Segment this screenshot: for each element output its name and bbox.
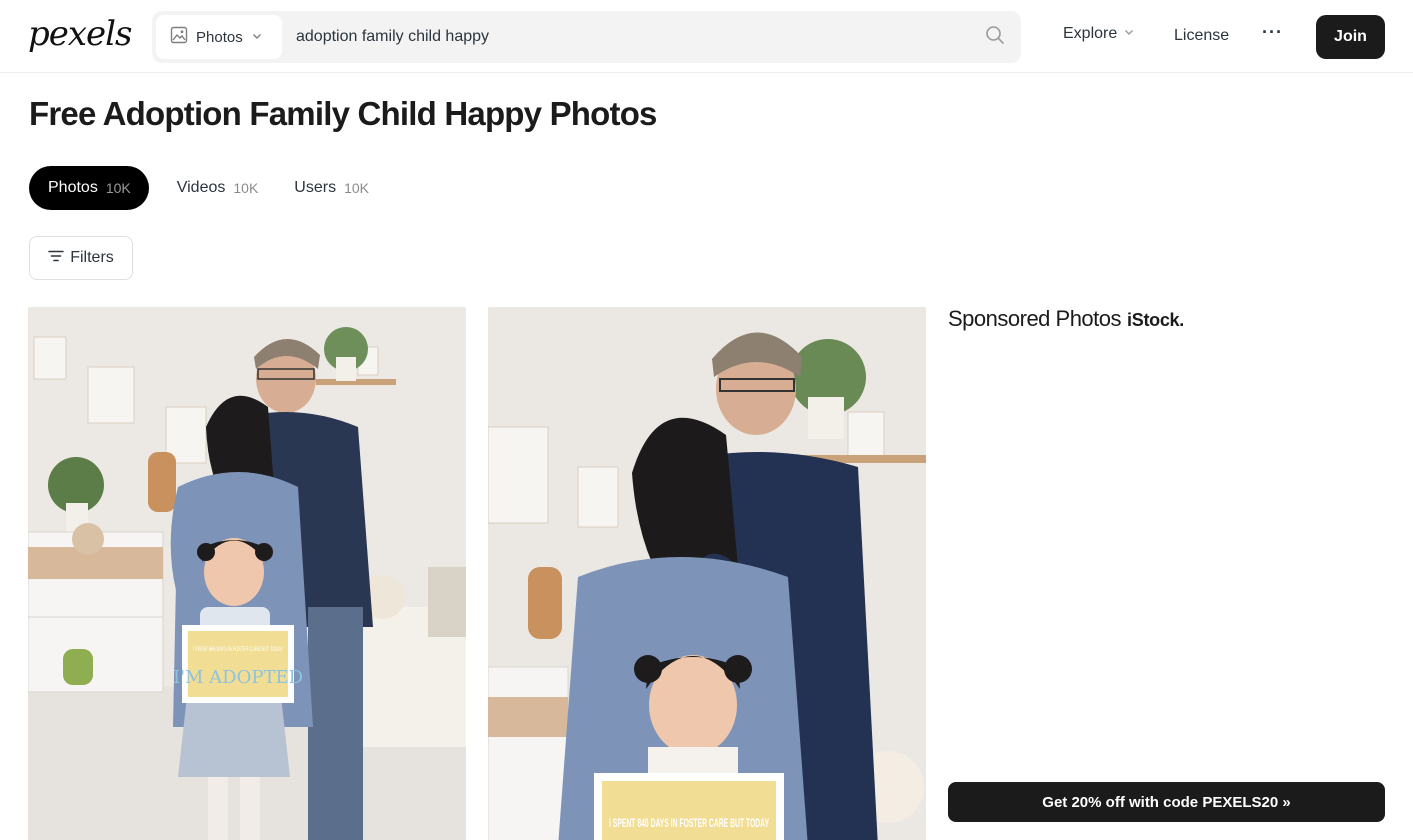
search-type-dropdown[interactable]: Photos — [156, 15, 282, 59]
tab-videos[interactable]: Videos 10K — [177, 166, 259, 210]
sponsored-label: Sponsored Photos — [948, 306, 1122, 331]
sign-text: I'M ADOPTED — [173, 667, 303, 688]
filter-icon — [48, 249, 65, 268]
filters-label: Filters — [70, 249, 114, 266]
tab-count: 10K — [344, 180, 369, 196]
search-icon — [985, 25, 1005, 50]
tab-count: 10K — [105, 180, 131, 196]
tab-label: Users — [294, 179, 337, 196]
tab-users[interactable]: Users 10K — [294, 166, 369, 210]
chevron-down-icon — [1123, 25, 1135, 43]
join-button[interactable]: Join — [1316, 15, 1385, 59]
filters-button[interactable]: Filters — [29, 236, 133, 280]
search-input[interactable] — [296, 15, 956, 59]
family-photo-image: I SPENT 846 DAYS IN FOSTER CARE BUT TODA… — [488, 307, 926, 840]
media-tabs: Photos 10K Videos 10K Users 10K — [29, 166, 369, 210]
tab-label: Videos — [176, 179, 226, 196]
tab-photos[interactable]: Photos 10K — [29, 166, 149, 210]
explore-menu[interactable]: Explore — [1063, 25, 1135, 43]
photo-card[interactable]: I SPENT 846 DAYS IN FOSTER CARE BUT TODA… — [488, 307, 926, 840]
tab-label: Photos — [48, 179, 98, 196]
search-bar: Photos — [152, 11, 1021, 63]
sign-small-text: I SPENT 846 DAYS IN FOSTER CARE BUT TODA… — [193, 647, 283, 653]
page-title: Free Adoption Family Child Happy Photos — [29, 95, 657, 132]
istock-logo[interactable]: iStock. — [1127, 310, 1184, 331]
photo-card[interactable]: I SPENT 846 DAYS IN FOSTER CARE BUT TODA… — [28, 307, 466, 840]
explore-label: Explore — [1063, 25, 1118, 42]
family-photo-image: I SPENT 846 DAYS IN FOSTER CARE BUT TODA… — [28, 307, 466, 840]
search-button[interactable] — [983, 25, 1007, 49]
top-header: pexels Photos adoption family child happ… — [0, 0, 1413, 73]
more-menu-button[interactable]: ··· — [1262, 22, 1283, 43]
promo-code-button[interactable]: Get 20% off with code PEXELS20 » — [948, 782, 1385, 822]
image-icon — [170, 26, 188, 48]
sponsored-title: Sponsored Photos iStock. — [948, 306, 1184, 332]
search-type-label: Photos — [196, 28, 243, 46]
pexels-logo[interactable]: pexels — [28, 14, 133, 54]
chevron-down-icon — [251, 29, 263, 46]
license-link[interactable]: License — [1174, 27, 1229, 45]
tab-count: 10K — [233, 180, 259, 196]
sign-text: I SPENT 846 DAYS IN FOSTER CARE BUT TODA… — [609, 816, 769, 830]
